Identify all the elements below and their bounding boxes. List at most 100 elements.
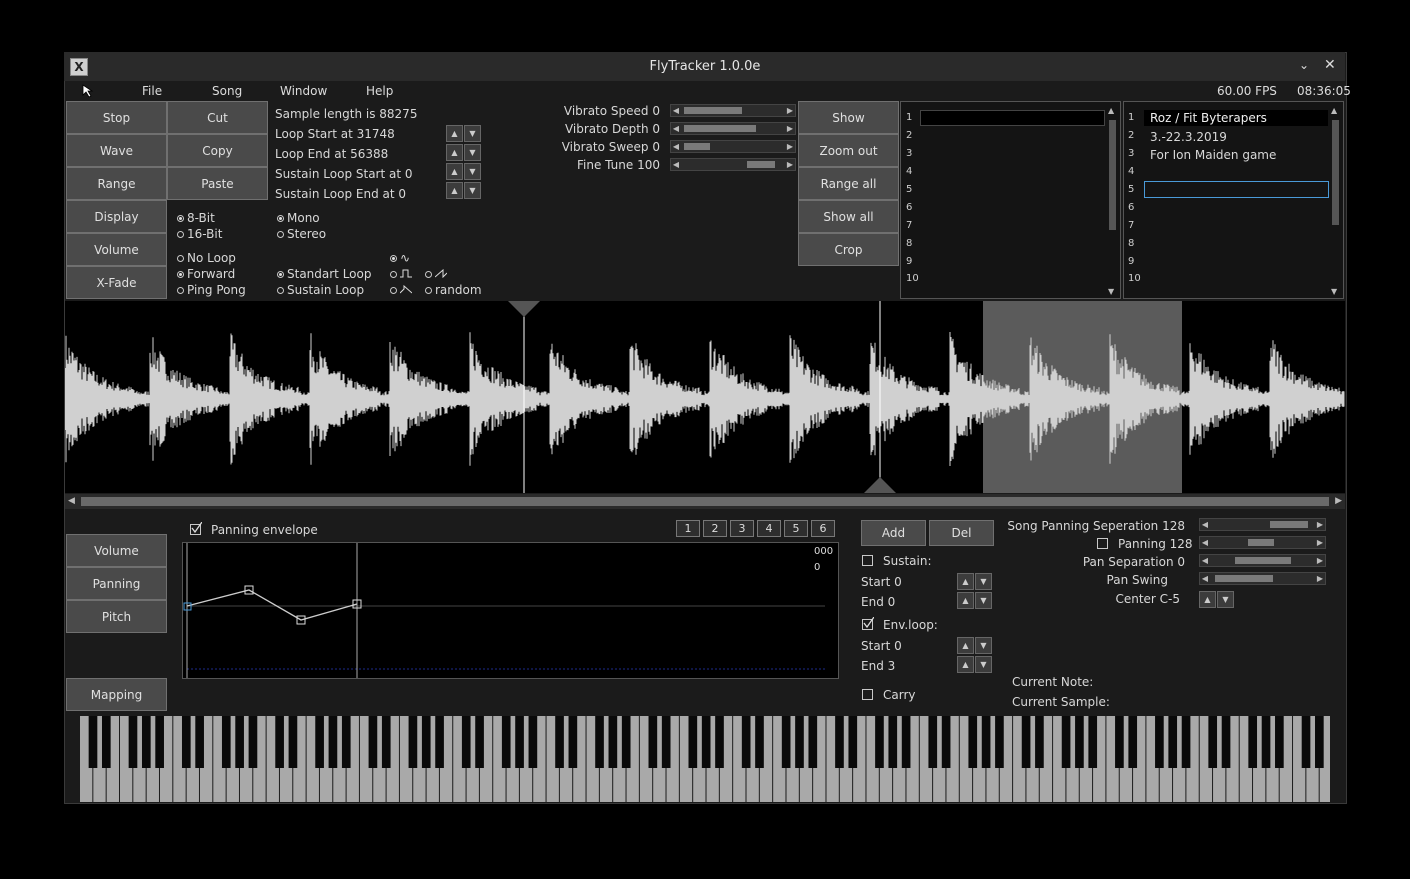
radio-16-bit[interactable]: 16-Bit [177,227,222,241]
song-panning-separation-slider[interactable]: ◀ ▶ [1199,518,1326,531]
piano-black-key[interactable] [715,716,724,768]
piano-black-key[interactable] [1088,716,1098,768]
piano-black-key[interactable] [875,716,884,768]
piano-black-key[interactable] [1248,716,1258,768]
loop-end-stepper[interactable]: ▲ ▼ [446,144,483,161]
piano-black-key[interactable] [195,716,204,768]
piano-black-key[interactable] [1261,716,1271,768]
close-icon[interactable]: ✕ [1324,57,1336,73]
vibrato-speed-slider[interactable]: ◀ ▶ [670,104,796,117]
vibrato-sweep-slider[interactable]: ◀ ▶ [670,140,796,153]
piano-black-key[interactable] [595,716,604,768]
piano-black-key[interactable] [141,716,151,768]
piano-black-key[interactable] [328,716,338,768]
piano-black-key[interactable] [555,716,564,768]
loop-start-handle[interactable] [508,301,540,317]
piano-black-key[interactable] [1168,716,1178,768]
piano-black-key[interactable] [1075,716,1084,768]
piano-black-key[interactable] [981,716,991,768]
piano-black-key[interactable] [421,716,431,768]
piano-black-key[interactable] [1221,716,1231,768]
piano-black-key[interactable] [795,716,804,768]
piano-black-key[interactable] [381,716,391,768]
envelope-slot-2[interactable]: 2 [703,520,727,537]
wave-button[interactable]: Wave [66,134,167,167]
carry-checkbox[interactable] [862,689,873,700]
radio-saw-up[interactable] [425,267,448,281]
piano-black-key[interactable] [755,716,764,768]
piano-black-key[interactable] [461,716,471,768]
range-button[interactable]: Range [66,167,167,200]
piano-black-key[interactable] [808,716,818,768]
piano-black-key[interactable] [128,716,138,768]
envelope-slot-5[interactable]: 5 [784,520,808,537]
piano-black-key[interactable] [928,716,938,768]
piano-black-key[interactable] [528,716,538,768]
radio-sine-wave[interactable]: ∿ [390,251,410,265]
panning-envelope-checkbox[interactable] [190,522,202,535]
radio-8-bit[interactable]: 8-Bit [177,211,215,225]
menu-window[interactable]: Window [280,84,327,98]
piano-black-key[interactable] [341,716,351,768]
waveform-scrollbar[interactable]: ◀ ▶ [65,494,1345,509]
pan-separation-slider[interactable]: ◀ ▶ [1199,554,1326,567]
piano-black-key[interactable] [995,716,1004,768]
piano-black-key[interactable] [888,716,898,768]
envelope-panning-tab[interactable]: Panning [66,567,167,600]
sample-entry[interactable]: Roz / Fit Byterapers [1150,111,1267,125]
show-all-button[interactable]: Show all [798,200,899,233]
piano-black-key[interactable] [501,716,511,768]
piano-black-key[interactable] [701,716,711,768]
radio-no-loop[interactable]: No Loop [177,251,236,265]
piano-black-key[interactable] [315,716,324,768]
sample-entry[interactable]: 3.-22.3.2019 [1150,130,1227,144]
piano-black-key[interactable] [1021,716,1031,768]
sample-name-input[interactable] [1144,181,1329,198]
loop-end-handle[interactable] [864,477,896,493]
crop-button[interactable]: Crop [798,233,899,266]
radio-mono[interactable]: Mono [277,211,320,225]
piano-black-key[interactable] [568,716,578,768]
envelope-editor[interactable]: 000 0 [182,542,839,679]
paste-button[interactable]: Paste [167,167,268,200]
piano-black-key[interactable] [688,716,698,768]
piano-black-key[interactable] [661,716,671,768]
menu-help[interactable]: Help [366,84,393,98]
menu-file[interactable]: File [142,84,162,98]
volume-button[interactable]: Volume [66,233,167,266]
sustain-start-envelope-stepper[interactable]: ▲ ▼ [957,573,994,590]
piano-black-key[interactable] [275,716,284,768]
piano-black-key[interactable] [1275,716,1284,768]
mapping-button[interactable]: Mapping [66,678,167,711]
radio-standart-loop[interactable]: Standart Loop [277,267,371,281]
menu-song[interactable]: Song [212,84,242,98]
radio-ping-pong[interactable]: Ping Pong [177,283,246,297]
display-button[interactable]: Display [66,200,167,233]
radio-sustain-loop[interactable]: Sustain Loop [277,283,364,297]
chevron-down-icon[interactable]: ⌄ [1299,58,1309,72]
piano-black-key[interactable] [1128,716,1138,768]
piano-black-key[interactable] [248,716,258,768]
radio-forward[interactable]: Forward [177,267,235,281]
piano-black-key[interactable] [1208,716,1218,768]
cut-button[interactable]: Cut [167,101,268,134]
piano-black-key[interactable] [848,716,858,768]
vibrato-depth-slider[interactable]: ◀ ▶ [670,122,796,135]
piano-black-key[interactable] [155,716,164,768]
piano-black-key[interactable] [181,716,191,768]
radio-stereo[interactable]: Stereo [277,227,326,241]
piano-black-key[interactable] [1035,716,1044,768]
piano-black-key[interactable] [741,716,751,768]
piano-black-key[interactable] [608,716,618,768]
envelope-volume-tab[interactable]: Volume [66,534,167,567]
piano-black-key[interactable] [435,716,444,768]
piano-black-key[interactable] [648,716,658,768]
zoom-out-button[interactable]: Zoom out [798,134,899,167]
waveform-view[interactable] [65,301,1345,493]
piano-black-key[interactable] [1301,716,1311,768]
panning-checkbox[interactable] [1097,538,1108,549]
piano-black-key[interactable] [1061,716,1071,768]
pan-swing-slider[interactable]: ◀ ▶ [1199,572,1326,585]
radio-square-wave[interactable] [390,267,412,281]
sustain-end-envelope-stepper[interactable]: ▲ ▼ [957,592,994,609]
